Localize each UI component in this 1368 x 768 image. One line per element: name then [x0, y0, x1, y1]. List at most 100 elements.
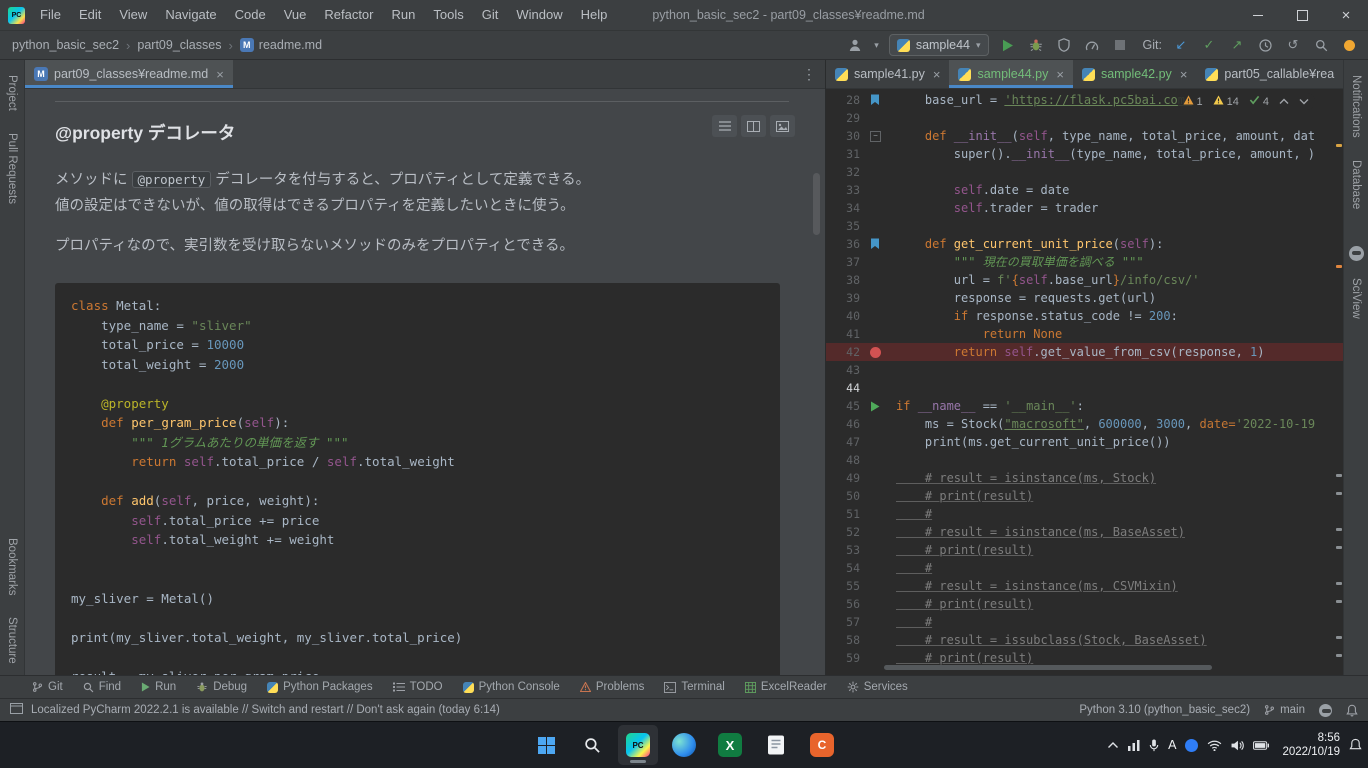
close-icon[interactable]: × — [1180, 67, 1188, 82]
toolwindow-notifications[interactable]: Notifications — [1350, 64, 1362, 149]
menu-navigate[interactable]: Navigate — [156, 0, 225, 30]
user-avatar-icon[interactable] — [846, 35, 864, 55]
code-line[interactable]: 42 return self.get_value_from_csv(respon… — [826, 343, 1343, 361]
git-update-button[interactable]: ↙ — [1172, 35, 1190, 55]
notification-center-icon[interactable] — [1349, 738, 1362, 752]
code-line[interactable]: 57 # — [826, 613, 1343, 631]
github-copilot-icon[interactable] — [1349, 246, 1364, 261]
code-editor[interactable]: 28 base_url = 'https://flask.pc5bai.com'… — [826, 89, 1343, 675]
menu-tools[interactable]: Tools — [424, 0, 472, 30]
toolwindow-excelreader[interactable]: ExcelReader — [735, 676, 837, 698]
code-line[interactable]: 39 response = requests.get(url) — [826, 289, 1343, 307]
code-line[interactable]: 46 ms = Stock("macrosoft", 600000, 3000,… — [826, 415, 1343, 433]
menu-view[interactable]: View — [110, 0, 156, 30]
close-icon[interactable]: × — [933, 67, 941, 82]
code-line[interactable]: 30− def __init__(self, type_name, total_… — [826, 127, 1343, 145]
code-line[interactable]: 35 — [826, 217, 1343, 235]
code-line[interactable]: 40 if response.status_code != 200: — [826, 307, 1343, 325]
code-line[interactable]: 31 super().__init__(type_name, total_pri… — [826, 145, 1343, 163]
show-editor-and-preview-button[interactable] — [741, 115, 766, 137]
prev-problem-icon[interactable] — [1279, 96, 1289, 108]
toolwindow-pull-requests[interactable]: Pull Requests — [6, 122, 18, 215]
git-commit-button[interactable]: ✓ — [1200, 35, 1218, 55]
toolwindow-switcher-icon[interactable] — [10, 703, 23, 717]
taskbar-app-excel[interactable]: X — [710, 725, 750, 765]
bookmark-icon[interactable] — [865, 94, 896, 106]
search-everywhere-icon[interactable] — [1312, 35, 1330, 55]
code-line[interactable]: 47 print(ms.get_current_unit_price()) — [826, 433, 1343, 451]
menu-vue[interactable]: Vue — [275, 0, 316, 30]
minimize-button[interactable] — [1236, 0, 1280, 30]
tab-readme-md[interactable]: M part09_classes¥readme.md × — [25, 60, 233, 88]
code-line[interactable]: 44 — [826, 379, 1343, 397]
toolwindow-python-console[interactable]: Python Console — [453, 676, 570, 698]
inspections-widget[interactable]: 1144 — [1177, 93, 1316, 110]
menu-edit[interactable]: Edit — [70, 0, 110, 30]
profiler-button[interactable] — [1083, 35, 1101, 55]
breadcrumb-item-readme-md[interactable]: Mreadme.md — [238, 38, 324, 52]
git-branch-widget[interactable]: main — [1264, 704, 1305, 716]
code-line[interactable]: 43 — [826, 361, 1343, 379]
code-line[interactable]: 55 # result = isinstance(ms, CSVMixin) — [826, 577, 1343, 595]
toolwindow-find[interactable]: Find — [73, 676, 131, 698]
breadcrumb-item-python-basic-sec2[interactable]: python_basic_sec2 — [10, 38, 121, 52]
ime-mode-indicator[interactable]: A — [1168, 738, 1176, 752]
menu-code[interactable]: Code — [226, 0, 275, 30]
code-line[interactable]: 51 # — [826, 505, 1343, 523]
inspection-ok[interactable]: 4 — [1249, 95, 1269, 108]
taskbar-clock[interactable]: 8:562022/10/19 — [1282, 731, 1340, 759]
battery-icon[interactable] — [1253, 741, 1269, 750]
tab-sample42-py[interactable]: sample42.py× — [1073, 60, 1196, 88]
horizontal-scrollbar[interactable] — [884, 665, 1212, 670]
tab-part05-callable-rea[interactable]: part05_callable¥rea — [1196, 60, 1343, 88]
debug-button[interactable] — [1027, 35, 1045, 55]
status-message[interactable]: Localized PyCharm 2022.2.1 is available … — [31, 704, 500, 716]
code-line[interactable]: 50 # print(result) — [826, 487, 1343, 505]
taskbar-app-app-orange[interactable]: C — [802, 725, 842, 765]
inspection-error[interactable]: 1 — [1183, 95, 1203, 108]
code-line[interactable]: 33 self.date = date — [826, 181, 1343, 199]
code-line[interactable]: 36 def get_current_unit_price(self): — [826, 235, 1343, 253]
history-button[interactable] — [1256, 35, 1274, 55]
toolwindow-terminal[interactable]: Terminal — [654, 676, 734, 698]
toolwindow-python-packages[interactable]: Python Packages — [257, 676, 383, 698]
git-push-button[interactable]: ↗ — [1228, 35, 1246, 55]
bluetooth-icon[interactable] — [1185, 739, 1198, 752]
next-problem-icon[interactable] — [1299, 96, 1309, 108]
code-line[interactable]: 41 return None — [826, 325, 1343, 343]
toolwindow-git[interactable]: Git — [22, 676, 73, 698]
breakpoint-icon[interactable] — [865, 347, 896, 358]
code-line[interactable]: 58 # result = issubclass(Stock, BaseAsse… — [826, 631, 1343, 649]
code-line[interactable]: 54 # — [826, 559, 1343, 577]
preview-scrollbar[interactable] — [813, 173, 820, 235]
toolwindow-debug[interactable]: Debug — [186, 676, 257, 698]
menu-help[interactable]: Help — [572, 0, 617, 30]
more-options-icon[interactable]: ⋮ — [802, 66, 817, 83]
taskbar-app-notepad[interactable] — [756, 725, 796, 765]
code-line[interactable]: 38 url = f'{self.base_url}/info/csv/' — [826, 271, 1343, 289]
run-line-icon[interactable] — [865, 401, 896, 412]
code-line[interactable]: 29 — [826, 109, 1343, 127]
maximize-button[interactable] — [1280, 0, 1324, 30]
bookmark-icon[interactable] — [865, 238, 896, 250]
code-line[interactable]: 49 # result = isinstance(ms, Stock) — [826, 469, 1343, 487]
settings-update-icon[interactable] — [1340, 35, 1358, 55]
run-config-selector[interactable]: sample44 ▾ — [889, 34, 989, 56]
wifi-icon[interactable] — [1207, 740, 1222, 751]
toolwindow-database[interactable]: Database — [1350, 149, 1362, 220]
interpreter-selector[interactable]: Python 3.10 (python_basic_sec2) — [1079, 704, 1250, 716]
code-line[interactable]: 32 — [826, 163, 1343, 181]
chevron-up-icon[interactable] — [1107, 741, 1119, 749]
mic-icon[interactable] — [1149, 739, 1159, 752]
toolwindow-run[interactable]: Run — [131, 676, 186, 698]
tab-sample44-py[interactable]: sample44.py× — [949, 60, 1072, 88]
code-line[interactable]: 53 # print(result) — [826, 541, 1343, 559]
notifications-bell-icon[interactable] — [1346, 704, 1358, 717]
toolwindow-todo[interactable]: TODO — [383, 676, 453, 698]
volume-icon[interactable] — [1231, 740, 1244, 751]
code-line[interactable]: 56 # print(result) — [826, 595, 1343, 613]
tab-sample41-py[interactable]: sample41.py× — [826, 60, 949, 88]
code-line[interactable]: 48 — [826, 451, 1343, 469]
show-editor-only-button[interactable] — [712, 115, 737, 137]
taskbar-app-pycharm[interactable]: PC — [618, 725, 658, 765]
